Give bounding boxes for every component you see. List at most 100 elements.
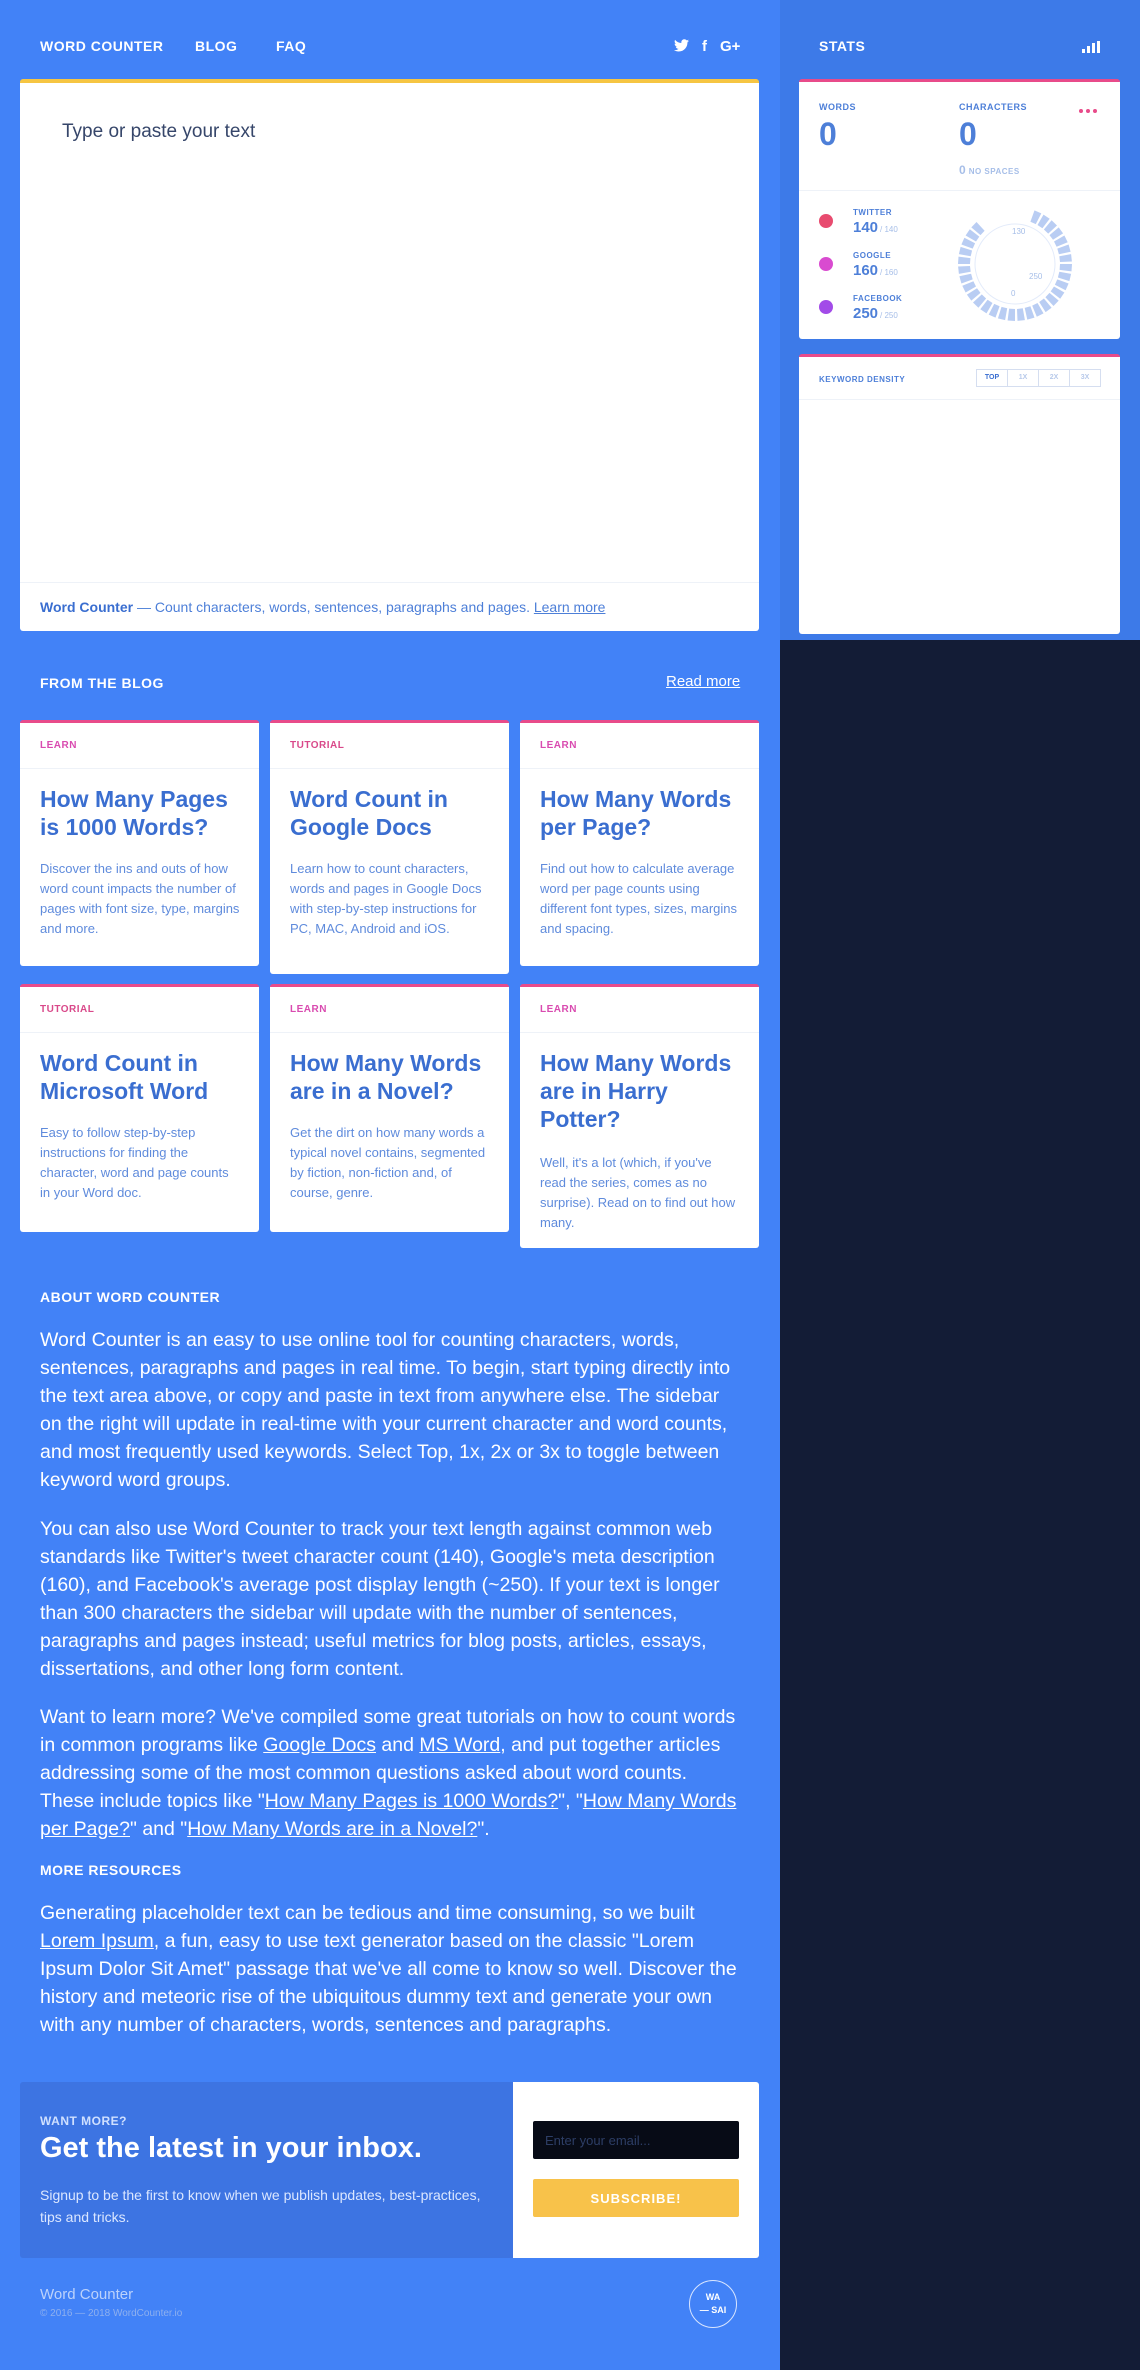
post-category: LEARN bbox=[40, 740, 77, 751]
post-title[interactable]: How Many Pages is 1000 Words? bbox=[40, 785, 243, 841]
twitter-stat-label: TWITTER bbox=[853, 208, 893, 217]
pages-1000-words-link[interactable]: How Many Pages is 1000 Words? bbox=[265, 1790, 558, 1812]
nav-word-counter[interactable]: WORD COUNTER bbox=[40, 38, 163, 54]
facebook-dot bbox=[819, 300, 833, 314]
gauge-segment bbox=[958, 266, 971, 274]
google-stat-label: GOOGLE bbox=[853, 251, 892, 260]
characters-label: CHARACTERS bbox=[959, 102, 1027, 112]
post-title[interactable]: How Many Words are in a Novel? bbox=[290, 1049, 493, 1105]
lorem-ipsum-link[interactable]: Lorem Ipsum bbox=[40, 1930, 154, 1952]
resources-heading: MORE RESOURCES bbox=[40, 1862, 182, 1878]
post-title[interactable]: How Many Words are in Harry Potter? bbox=[540, 1049, 743, 1133]
post-title[interactable]: Word Count in Google Docs bbox=[290, 785, 493, 841]
gauge-label-0: 0 bbox=[1011, 289, 1016, 298]
gauge-segment bbox=[959, 273, 973, 284]
google-stat-value: 160/ 160 bbox=[853, 262, 898, 279]
post-description: Well, it's a lot (which, if you've read … bbox=[540, 1155, 736, 1230]
blog-card[interactable]: TUTORIAL Word Count in Google Docs Learn… bbox=[270, 720, 509, 974]
tab-top[interactable]: TOP bbox=[976, 369, 1008, 387]
text-editor-card: Word Counter — Count characters, words, … bbox=[20, 79, 759, 631]
blog-card[interactable]: LEARN How Many Words per Page? Find out … bbox=[520, 720, 759, 966]
divider bbox=[520, 1032, 759, 1033]
subscribe-button[interactable]: SUBSCRIBE! bbox=[533, 2179, 739, 2217]
gauge-segment bbox=[958, 246, 973, 257]
newsletter-kicker: WANT MORE? bbox=[40, 2114, 127, 2128]
post-category: LEARN bbox=[290, 1004, 327, 1015]
keyword-density-tabs: TOP 1X 2X 3X bbox=[976, 369, 1101, 387]
gauge-segment bbox=[1057, 271, 1072, 282]
tab-2x[interactable]: 2X bbox=[1038, 369, 1070, 387]
post-title[interactable]: How Many Words per Page? bbox=[540, 785, 743, 841]
about-paragraph-3: Want to learn more? We've compiled some … bbox=[40, 1706, 737, 1840]
divider bbox=[20, 768, 259, 769]
wasai-badge[interactable]: WA — SAI bbox=[689, 2280, 737, 2328]
post-description: Learn how to count characters, words and… bbox=[290, 861, 482, 936]
learn-more-link[interactable]: Learn more bbox=[534, 599, 606, 615]
divider bbox=[270, 1032, 509, 1033]
google-plus-icon[interactable]: G+ bbox=[720, 38, 740, 55]
blog-read-more-link[interactable]: Read more bbox=[666, 673, 740, 690]
newsletter-description: Signup to be the first to know when we p… bbox=[40, 2187, 481, 2225]
post-description: Find out how to calculate average word p… bbox=[540, 861, 738, 936]
keyword-density-card: KEYWORD DENSITY TOP 1X 2X 3X bbox=[799, 354, 1120, 634]
editor-footer-brand: Word Counter bbox=[40, 599, 134, 615]
gauge-segment bbox=[1059, 264, 1072, 272]
tab-1x[interactable]: 1X bbox=[1007, 369, 1039, 387]
stats-title: STATS bbox=[819, 38, 866, 54]
gauge-segment bbox=[1057, 244, 1071, 255]
twitter-stat-value: 140/ 140 bbox=[853, 219, 898, 236]
about-paragraph-1: Word Counter is an easy to use online to… bbox=[40, 1329, 731, 1491]
post-category: LEARN bbox=[540, 1004, 577, 1015]
blog-card[interactable]: TUTORIAL Word Count in Microsoft Word Ea… bbox=[20, 984, 259, 1232]
post-description: Easy to follow step-by-step instructions… bbox=[40, 1125, 229, 1200]
blog-card[interactable]: LEARN How Many Words are in Harry Potter… bbox=[520, 984, 759, 1248]
divider bbox=[520, 768, 759, 769]
editor-footer-text: — Count characters, words, sentences, pa… bbox=[133, 599, 534, 615]
footer-brand: Word Counter bbox=[40, 2286, 134, 2303]
keyword-density-title: KEYWORD DENSITY bbox=[819, 375, 906, 384]
twitter-dot bbox=[819, 214, 833, 228]
gauge-segment bbox=[1059, 254, 1072, 262]
facebook-stat-value: 250/ 250 bbox=[853, 305, 898, 322]
post-category: LEARN bbox=[540, 740, 577, 751]
facebook-icon[interactable]: f bbox=[702, 38, 707, 55]
nav-faq[interactable]: FAQ bbox=[276, 38, 306, 54]
words-label: WORDS bbox=[819, 102, 856, 112]
gauge-label-250: 250 bbox=[1029, 272, 1043, 281]
post-title[interactable]: Word Count in Microsoft Word bbox=[40, 1049, 243, 1105]
blog-section-title: FROM THE BLOG bbox=[40, 675, 164, 691]
blog-card[interactable]: LEARN How Many Pages is 1000 Words? Disc… bbox=[20, 720, 259, 966]
top-nav: WORD COUNTER BLOG FAQ f G+ bbox=[40, 38, 1120, 62]
more-options-icon[interactable] bbox=[1079, 100, 1100, 118]
post-category: TUTORIAL bbox=[40, 1004, 95, 1015]
blog-card[interactable]: LEARN How Many Words are in a Novel? Get… bbox=[270, 984, 509, 1232]
newsletter-form: SUBSCRIBE! bbox=[513, 2082, 759, 2258]
nav-blog[interactable]: BLOG bbox=[195, 38, 237, 54]
words-in-novel-link[interactable]: How Many Words are in a Novel? bbox=[187, 1818, 477, 1840]
stats-card: WORDS 0 CHARACTERS 0 0 NO SPACES TWITTER … bbox=[799, 79, 1120, 339]
newsletter-title: Get the latest in your inbox. bbox=[40, 2132, 422, 2164]
google-docs-link[interactable]: Google Docs bbox=[263, 1734, 376, 1756]
post-category: TUTORIAL bbox=[290, 740, 345, 751]
text-input[interactable] bbox=[60, 119, 724, 523]
post-description: Discover the ins and outs of how word co… bbox=[40, 861, 240, 936]
about-paragraph-2: You can also use Word Counter to track y… bbox=[40, 1518, 720, 1680]
footer-copyright: © 2016 — 2018 WordCounter.io bbox=[40, 2308, 183, 2319]
bar-chart-icon[interactable] bbox=[1082, 41, 1100, 53]
about-heading: ABOUT WORD COUNTER bbox=[40, 1289, 221, 1305]
post-description: Get the dirt on how many words a typical… bbox=[290, 1125, 486, 1200]
gauge-label-130: 130 bbox=[1012, 227, 1026, 236]
no-spaces-count: 0 NO SPACES bbox=[959, 163, 1020, 177]
tab-3x[interactable]: 3X bbox=[1069, 369, 1101, 387]
gauge-segment bbox=[1017, 308, 1025, 321]
words-count: 0 bbox=[819, 116, 837, 152]
character-limit-gauge: 130 250 0 bbox=[958, 210, 1072, 321]
gauge-segment bbox=[958, 256, 971, 264]
facebook-stat-label: FACEBOOK bbox=[853, 294, 903, 303]
gauge-segment bbox=[997, 306, 1008, 321]
twitter-icon[interactable] bbox=[674, 39, 689, 56]
email-field[interactable] bbox=[533, 2121, 739, 2159]
divider bbox=[799, 190, 1120, 191]
ms-word-link[interactable]: MS Word bbox=[419, 1734, 500, 1756]
gauge-segment bbox=[1007, 308, 1015, 321]
